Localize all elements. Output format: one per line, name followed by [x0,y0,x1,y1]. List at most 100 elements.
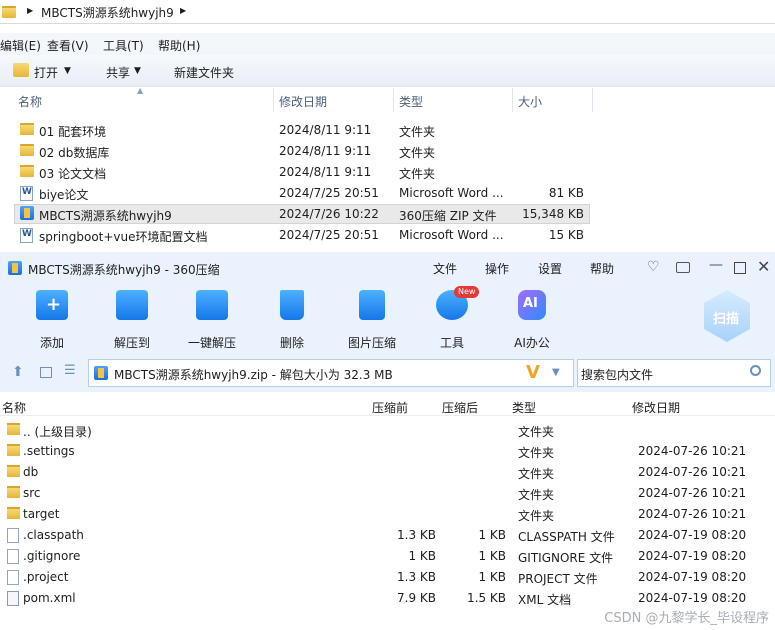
search-icon[interactable] [750,365,761,376]
share-button[interactable]: 共享 [106,64,130,81]
image-compress-button[interactable]: 图片压缩 [336,290,408,352]
folder-icon [7,444,20,456]
column-size[interactable]: 大小 [518,93,542,113]
archive-row[interactable]: db 文件夹 2024-07-26 10:21 [0,462,775,483]
menu-operate[interactable]: 操作 [485,260,509,277]
entry-name: db [23,465,39,479]
column-modified[interactable]: 修改日期 [279,93,327,113]
path-bar: ⬆ ☰ MBCTS溯源系统hwyjh9.zip - 解包大小为 32.3 MB … [0,354,775,392]
column-divider[interactable] [273,88,274,112]
image-compress-label: 图片压缩 [347,336,396,350]
entry-date: 2024-07-19 08:20 [638,549,747,563]
folder-icon [20,165,34,177]
skin-icon[interactable]: ♡ [647,259,660,275]
dropdown-arrow-icon[interactable]: ▼ [552,367,560,378]
extract-to-button[interactable]: 解压到 [96,290,168,352]
image-compress-icon [359,290,385,320]
add-label: 添加 [39,336,64,350]
file-row[interactable]: 03 论文文档 2024/8/11 9:11 文件夹 [14,162,590,182]
file-type: 360压缩 ZIP 文件 [399,209,497,223]
entry-name: .project [23,570,69,584]
delete-label: 删除 [279,336,304,350]
entry-name: .settings [23,444,75,458]
tools-button[interactable]: New 工具 [416,286,488,352]
archive-row[interactable]: .project 1.3 KB 1 KB PROJECT 文件 2024-07-… [0,567,775,588]
file-size: 15,348 KB [522,207,584,221]
menu-settings[interactable]: 设置 [538,260,562,277]
open-button[interactable]: 打开 [34,64,58,81]
minimize-icon[interactable]: — [709,257,723,273]
search-placeholder: 搜索包内文件 [581,368,654,382]
file-row-selected[interactable]: MBCTS溯源系统hwyjh9 2024/7/26 10:22 360压缩 ZI… [14,204,590,224]
window-title: MBCTS溯源系统hwyjh9 - 360压缩 [28,263,220,277]
entry-size-after: 1.5 KB [467,591,506,605]
v-logo-icon[interactable]: V [526,362,540,383]
breadcrumb[interactable]: MBCTS溯源系统hwyjh9 [41,4,174,21]
menu-file[interactable]: 文件 [433,260,457,277]
entry-type: 文件夹 [518,446,555,460]
column-modified[interactable]: 修改日期 [632,399,680,416]
entry-name: .classpath [23,528,84,542]
delete-button[interactable]: 删除 [256,290,328,352]
chevron-right-icon[interactable]: ▶ [27,6,33,15]
folder-icon [20,144,34,156]
thumbnail-view-icon[interactable] [40,367,52,378]
archive-row[interactable]: .settings 文件夹 2024-07-26 10:21 [0,441,775,462]
archive-row[interactable]: pom.xml 7.9 KB 1.5 KB XML 文档 2024-07-19 … [0,588,775,609]
scan-button[interactable]: 扫描 [704,290,750,342]
file-size: 81 KB [548,186,584,200]
column-divider[interactable] [592,88,593,112]
column-name[interactable]: 名称 [18,93,42,113]
folder-icon [7,423,20,435]
menu-view[interactable]: 查看(V) [47,37,89,54]
chevron-right-icon[interactable]: ▶ [180,6,186,15]
up-arrow-icon[interactable]: ⬆ [12,364,24,380]
search-input[interactable]: 搜索包内文件 [577,359,771,387]
new-folder-button[interactable]: 新建文件夹 [174,64,234,81]
feedback-icon[interactable] [676,262,690,273]
column-divider[interactable] [393,88,394,112]
entry-type: GITIGNORE 文件 [518,551,614,565]
add-button[interactable]: + 添加 [16,290,88,352]
file-icon [7,528,19,543]
file-row[interactable]: biye论文 2024/7/25 20:51 Microsoft Word ..… [14,183,590,203]
address-bar[interactable]: ▶ MBCTS溯源系统hwyjh9 ▶ [0,0,775,24]
quick-extract-button[interactable]: 一键解压 [176,290,248,352]
column-divider[interactable] [512,88,513,112]
entry-type: 文件夹 [518,509,555,523]
archive-row[interactable]: .. (上级目录) 文件夹 [0,420,775,441]
entry-size-before: 1.3 KB [397,570,436,584]
menu-edit[interactable]: 编辑(E) [0,37,41,54]
ai-office-button[interactable]: AI AI办公 [496,290,568,352]
archive-row[interactable]: target 文件夹 2024-07-26 10:21 [0,504,775,525]
app-logo-icon [8,261,22,275]
chevron-down-icon[interactable]: ▼ [134,66,141,76]
column-type[interactable]: 类型 [512,399,536,416]
entry-type: 文件夹 [518,467,555,481]
menu-help[interactable]: 帮助 [590,260,614,277]
column-type[interactable]: 类型 [399,93,423,113]
file-row[interactable]: 02 db数据库 2024/8/11 9:11 文件夹 [14,141,590,161]
entry-name: src [23,486,41,500]
entry-date: 2024-07-26 10:21 [638,444,747,458]
column-before[interactable]: 压缩前 [372,399,408,416]
list-view-icon[interactable]: ☰ [64,363,76,378]
chevron-down-icon[interactable]: ▼ [64,66,71,76]
column-name[interactable]: 名称 [2,399,26,416]
file-row[interactable]: 01 配套环境 2024/8/11 9:11 文件夹 [14,120,590,140]
file-row[interactable]: springboot+vue环境配置文档 2024/7/25 20:51 Mic… [14,225,590,245]
archive-row[interactable]: .gitignore 1 KB 1 KB GITIGNORE 文件 2024-0… [0,546,775,567]
maximize-icon[interactable] [734,262,746,274]
column-after[interactable]: 压缩后 [442,399,478,416]
zip-window: MBCTS溯源系统hwyjh9 - 360压缩 文件 操作 设置 帮助 ♡ — … [0,252,775,630]
close-icon[interactable]: ✕ [757,257,770,276]
quick-extract-label: 一键解压 [187,336,236,350]
menu-help[interactable]: 帮助(H) [158,37,200,54]
archive-row[interactable]: src 文件夹 2024-07-26 10:21 [0,483,775,504]
archive-path-field[interactable]: MBCTS溯源系统hwyjh9.zip - 解包大小为 32.3 MB V ▼ [88,359,574,387]
archive-row[interactable]: .classpath 1.3 KB 1 KB CLASSPATH 文件 2024… [0,525,775,546]
zip-file-icon [20,206,34,220]
menu-tools[interactable]: 工具(T) [103,37,144,54]
file-icon [7,549,19,564]
file-type: 文件夹 [399,167,436,181]
